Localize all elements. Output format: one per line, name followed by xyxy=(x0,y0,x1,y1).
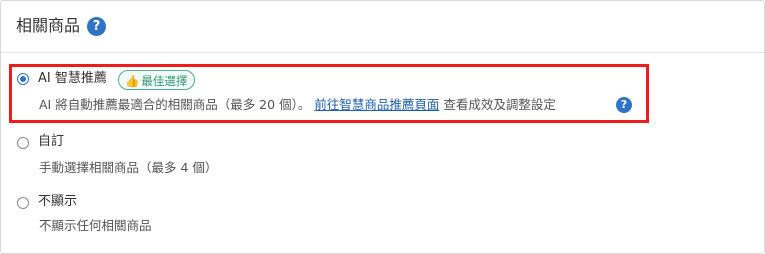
radio-ai-recommend[interactable] xyxy=(17,73,29,85)
option-desc-hide: 不顯示任何相關商品 xyxy=(39,218,152,233)
radio-hide[interactable] xyxy=(17,197,29,209)
option-label-hide[interactable]: 不顯示 xyxy=(38,193,77,211)
thumbs-up-icon: 👍 xyxy=(125,74,140,88)
option-label-custom[interactable]: 自訂 xyxy=(38,133,64,151)
question-circle-icon[interactable]: ? xyxy=(616,97,632,113)
desc-text-after: 查看成效及調整設定 xyxy=(443,97,556,112)
desc-text: AI 將自動推薦最適合的相關商品（最多 20 個）。 xyxy=(39,97,311,112)
question-circle-icon[interactable]: ? xyxy=(87,17,106,36)
section-title: 相關商品 xyxy=(16,16,81,35)
smart-recommend-link[interactable]: 前往智慧商品推薦頁面 xyxy=(314,97,439,112)
radio-custom[interactable] xyxy=(17,137,29,149)
option-desc-custom: 手動選擇相關商品（最多 4 個） xyxy=(39,160,218,175)
related-products-panel: 相關商品 ? xyxy=(0,0,765,254)
panel-header: 相關商品 ? xyxy=(1,1,764,53)
option-desc-ai: AI 將自動推薦最適合的相關商品（最多 20 個）。 前往智慧商品推薦頁面 查看… xyxy=(39,96,556,114)
badge-label: 最佳選擇 xyxy=(141,74,188,88)
best-choice-badge: 👍 最佳選擇 xyxy=(118,70,196,90)
option-label-ai[interactable]: AI 智慧推薦 xyxy=(38,70,107,88)
